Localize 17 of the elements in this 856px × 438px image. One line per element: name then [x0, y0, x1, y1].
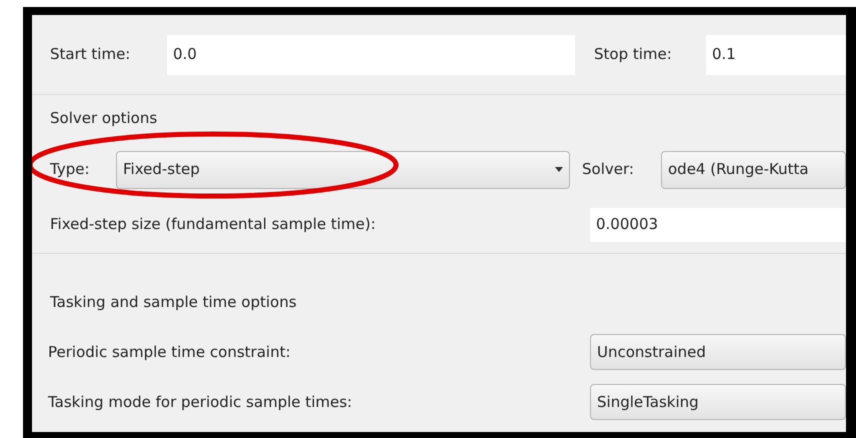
- section-heading: Solver options: [50, 109, 158, 127]
- caret-icon: [555, 167, 563, 172]
- field-label: Type:: [50, 159, 91, 180]
- dropdown[interactable]: ode4 (Runge-Kutta: [661, 150, 846, 188]
- dropdown[interactable]: SingleTasking: [590, 384, 846, 420]
- field-label: Periodic sample time constraint:: [48, 342, 292, 363]
- text-field[interactable]: 0.00003: [590, 208, 846, 242]
- dropdown[interactable]: Fixed-step: [116, 150, 570, 188]
- section-heading: Tasking and sample time options: [50, 292, 297, 310]
- field-label: Tasking mode for periodic sample times:: [48, 392, 354, 413]
- field-label: Start time:: [50, 44, 132, 66]
- text-field[interactable]: 0.0: [167, 34, 575, 74]
- dropdown[interactable]: Unconstrained: [590, 334, 846, 370]
- text-field[interactable]: 0.1: [706, 34, 846, 74]
- field-label: Fixed-step size (fundamental sample time):: [50, 214, 377, 236]
- field-label: Stop time:: [594, 44, 673, 66]
- field-label: Solver:: [582, 159, 635, 180]
